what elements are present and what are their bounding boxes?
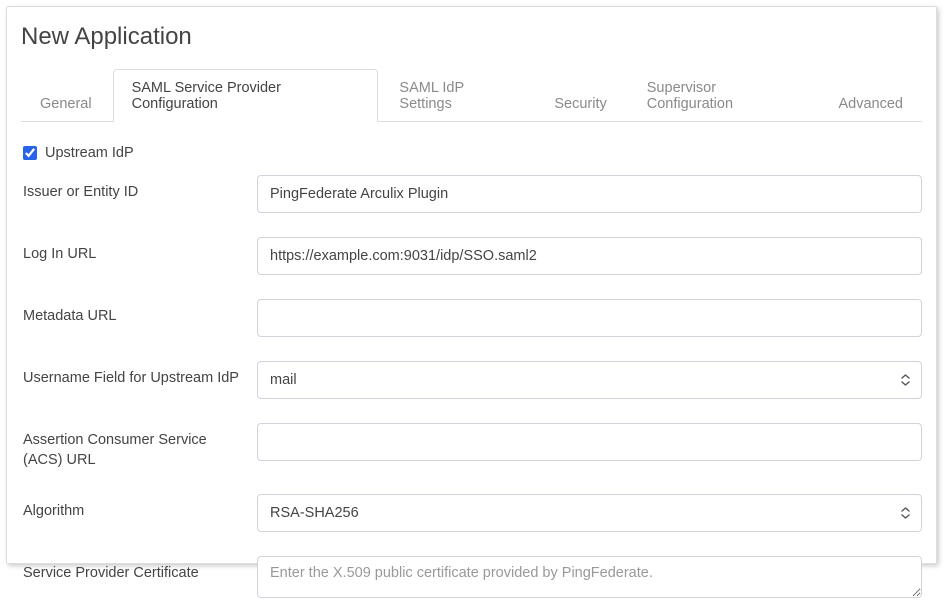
tab-security[interactable]: Security xyxy=(535,85,625,122)
tab-general[interactable]: General xyxy=(21,85,111,122)
sp-cert-label: Service Provider Certificate xyxy=(21,556,257,584)
upstream-idp-row: Upstream IdP xyxy=(23,145,920,161)
acs-url-row: Assertion Consumer Service (ACS) URL xyxy=(21,423,922,470)
upstream-idp-label: Upstream IdP xyxy=(45,145,134,161)
algorithm-select[interactable]: RSA-SHA256 xyxy=(257,494,922,532)
tabs-bar: General SAML Service Provider Configurat… xyxy=(7,55,936,122)
metadata-url-row: Metadata URL xyxy=(21,299,922,337)
tab-saml-sp-config[interactable]: SAML Service Provider Configuration xyxy=(113,69,379,122)
issuer-input[interactable] xyxy=(257,175,922,213)
new-application-panel: New Application General SAML Service Pro… xyxy=(6,6,937,564)
tab-saml-idp-settings[interactable]: SAML IdP Settings xyxy=(380,69,533,122)
tab-advanced[interactable]: Advanced xyxy=(820,85,923,122)
username-field-label: Username Field for Upstream IdP xyxy=(21,361,257,389)
login-url-input[interactable] xyxy=(257,237,922,275)
form-area: Upstream IdP Issuer or Entity ID Log In … xyxy=(7,123,936,603)
login-url-row: Log In URL xyxy=(21,237,922,275)
upstream-idp-checkbox[interactable] xyxy=(23,146,37,160)
page-title: New Application xyxy=(7,7,936,55)
metadata-url-input[interactable] xyxy=(257,299,922,337)
issuer-label: Issuer or Entity ID xyxy=(21,175,257,203)
acs-url-label: Assertion Consumer Service (ACS) URL xyxy=(21,423,257,470)
issuer-row: Issuer or Entity ID xyxy=(21,175,922,213)
acs-url-input[interactable] xyxy=(257,423,922,461)
sp-cert-row: Service Provider Certificate xyxy=(21,556,922,603)
algorithm-label: Algorithm xyxy=(21,494,257,522)
login-url-label: Log In URL xyxy=(21,237,257,265)
username-field-row: Username Field for Upstream IdP mail xyxy=(21,361,922,399)
tab-supervisor-config[interactable]: Supervisor Configuration xyxy=(628,69,818,122)
algorithm-row: Algorithm RSA-SHA256 xyxy=(21,494,922,532)
metadata-url-label: Metadata URL xyxy=(21,299,257,327)
sp-cert-textarea[interactable] xyxy=(257,556,922,598)
username-field-select[interactable]: mail xyxy=(257,361,922,399)
